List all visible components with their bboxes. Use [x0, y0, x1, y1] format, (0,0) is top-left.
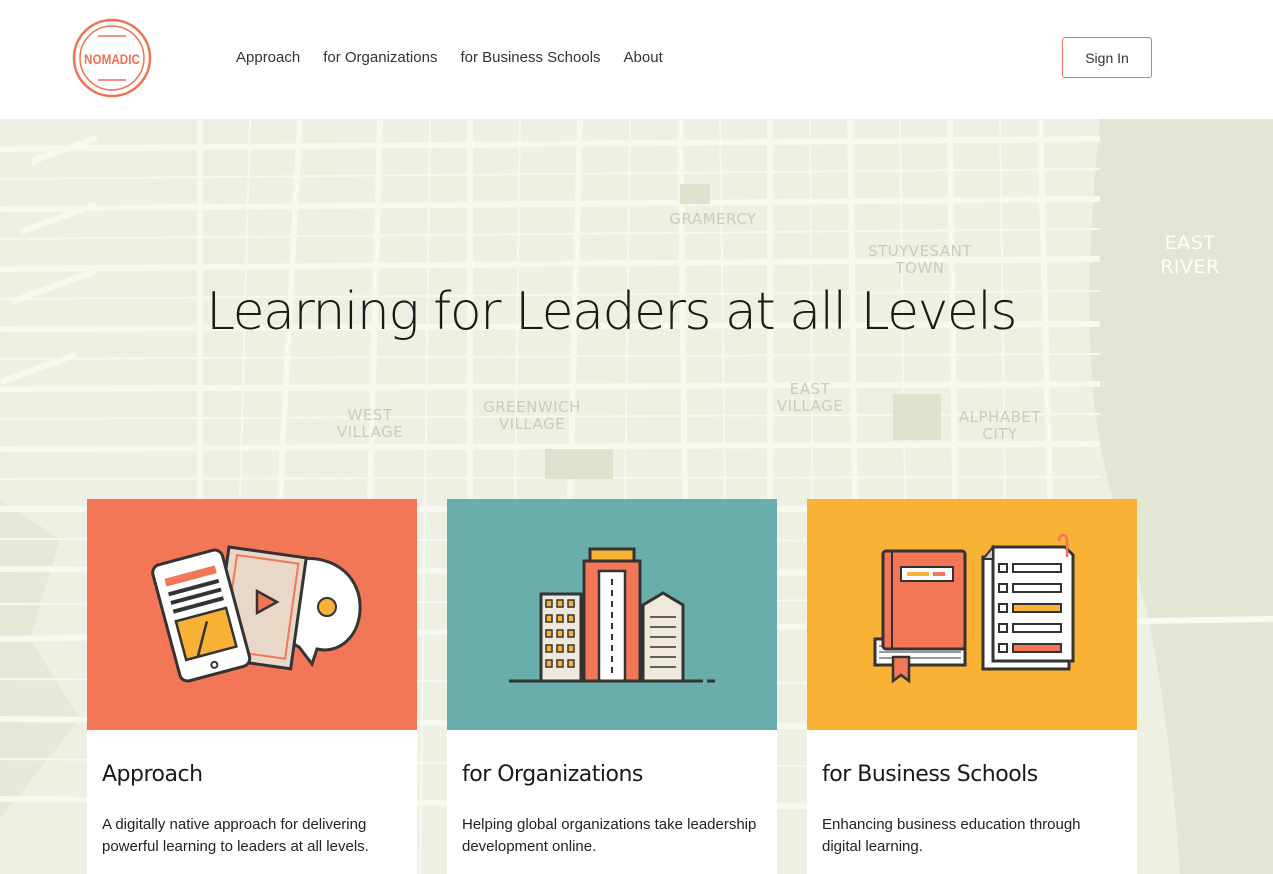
map-label-west-village: WEST VILLAGE — [336, 406, 404, 441]
map-label-greenwich: GREENWICH VILLAGE — [483, 398, 581, 433]
map-label-east-village: EAST VILLAGE — [776, 380, 844, 415]
card-approach-description: A digitally native approach for deliveri… — [102, 816, 369, 855]
map-label-stuyvesant: STUYVESANT TOWN — [867, 242, 972, 277]
card-organizations[interactable]: for Organizations Helping global organiz… — [447, 499, 777, 874]
card-approach[interactable]: Approach A digitally native approach for… — [87, 499, 417, 874]
site-header: NOMADIC Approach for Organizations for B… — [0, 0, 1273, 119]
card-organizations-description: Helping global organizations take leader… — [462, 816, 757, 855]
map-label-alphabet-city: ALPHABET CITY — [958, 408, 1042, 443]
card-business-schools[interactable]: for Business Schools Enhancing business … — [807, 499, 1137, 874]
card-organizations-image — [447, 499, 777, 730]
card-business-schools-image — [807, 499, 1137, 730]
page-title: Learning for Leaders at all Levels — [206, 282, 1017, 342]
book-checklist-icon — [873, 533, 1075, 684]
map-label-gramercy: GRAMERCY — [669, 210, 757, 228]
map-label-east-river: EAST RIVER — [1160, 232, 1220, 278]
main-nav: Approach for Organizations for Business … — [236, 49, 663, 66]
nomadic-logo[interactable]: NOMADIC — [72, 18, 152, 98]
nav-business-schools[interactable]: for Business Schools — [460, 49, 600, 66]
sign-in-button[interactable]: Sign In — [1062, 37, 1152, 78]
nav-organizations[interactable]: for Organizations — [323, 49, 437, 66]
card-business-schools-title: for Business Schools — [822, 762, 1038, 787]
card-approach-title: Approach — [102, 762, 203, 787]
nav-approach[interactable]: Approach — [236, 49, 300, 66]
hero-section: GRAMERCY STUYVESANT TOWN EAST RIVER WEST… — [0, 119, 1273, 874]
logo-text: NOMADIC — [84, 51, 140, 67]
card-approach-image — [87, 499, 417, 730]
nav-about[interactable]: About — [624, 49, 663, 66]
tablet-video-icon — [151, 545, 362, 683]
buildings-icon — [509, 547, 715, 683]
card-business-schools-description: Enhancing business education through dig… — [822, 816, 1081, 855]
card-organizations-title: for Organizations — [462, 762, 643, 787]
